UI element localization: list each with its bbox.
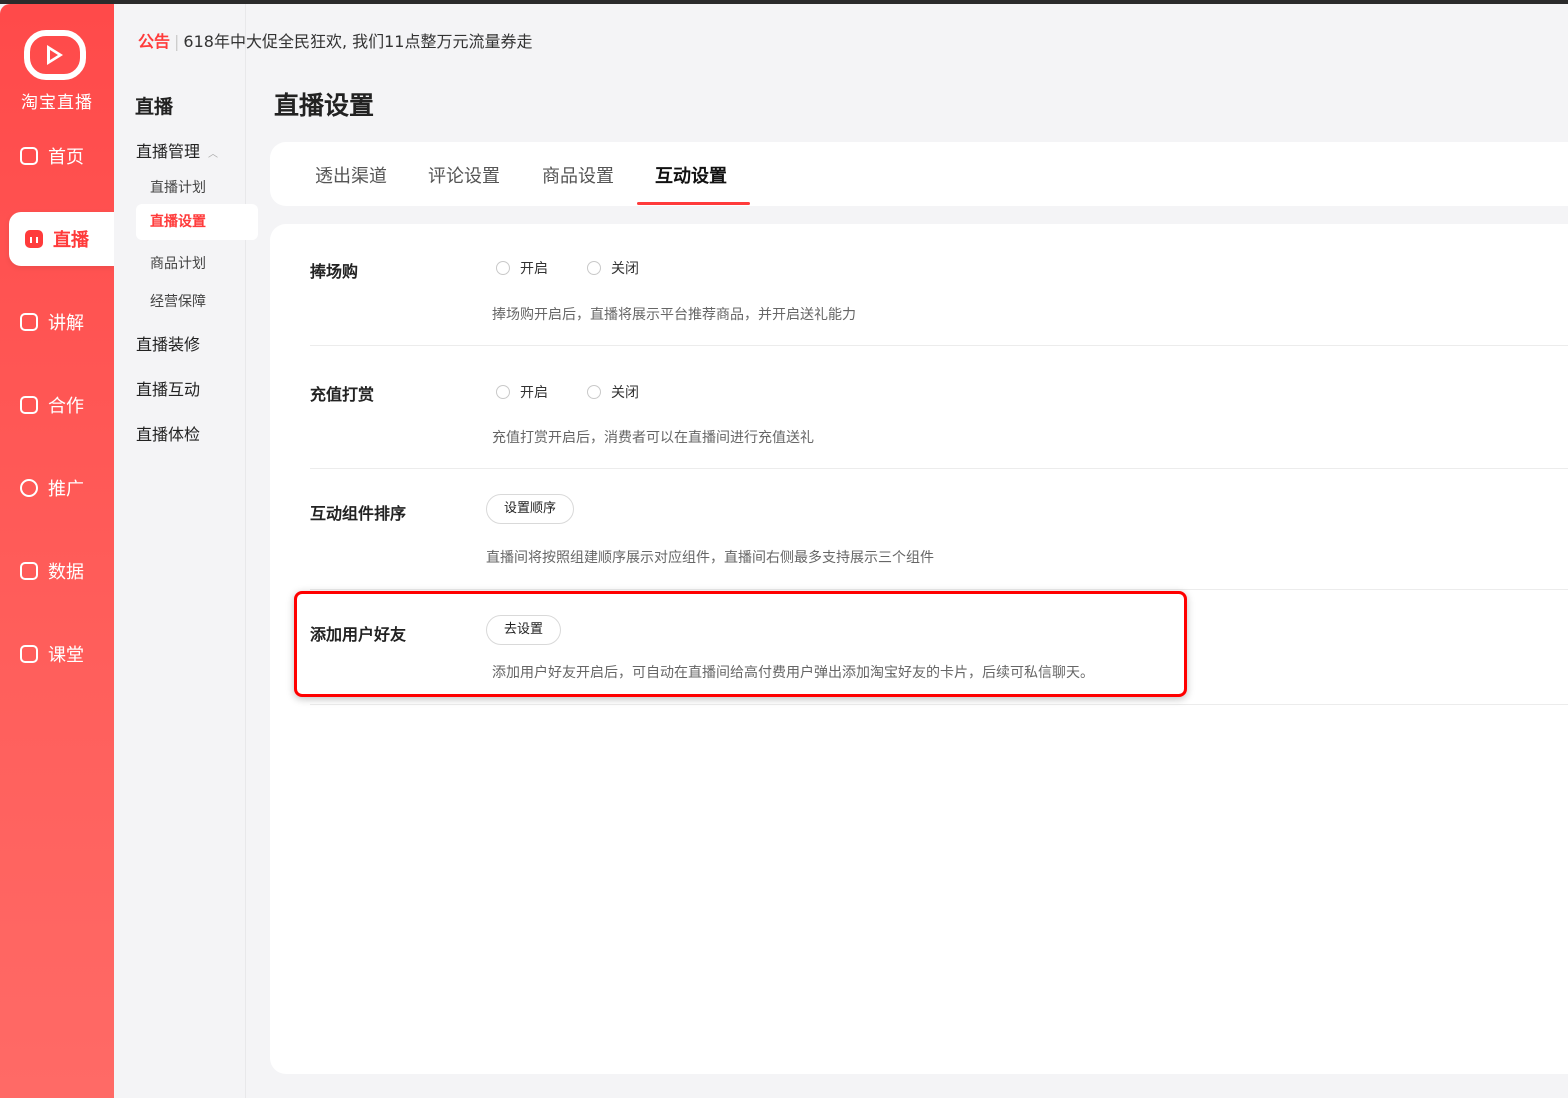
main-nav-rail: 淘宝直播 首页 直播 讲解 合作 推广 数据 课堂 [0,4,114,1098]
nav-item-home[interactable]: 首页 [20,136,84,176]
nav-item-label: 数据 [48,562,84,583]
divider [310,468,1568,469]
annotation-highlight-box [294,591,1187,697]
setting-desc-pengchanggou: 捧场购开启后，直播将展示平台推荐商品，并开启送礼能力 [492,307,856,323]
setting-label-pengchanggou: 捧场购 [310,262,359,281]
subnav-group-label: 直播管理 [136,142,201,161]
divider [310,704,1568,705]
bag-icon [20,396,38,414]
nav-item-promote[interactable]: 推广 [20,468,84,508]
book-icon [20,645,38,663]
radio-circle-icon [587,385,601,399]
brand-name: 淘宝直播 [21,93,93,113]
subnav-group-live-manage[interactable]: 直播管理 ︿ [136,138,218,162]
subnav-item-live-settings[interactable]: 直播设置 [136,204,258,240]
secondary-sidebar: 直播 直播管理 ︿ 直播计划 直播设置 商品计划 经营保障 直播装修 直播互动 直… [114,4,258,1098]
set-order-button[interactable]: 设置顺序 [486,494,575,524]
settings-tabs: 透出渠道 评论设置 商品设置 互动设置 [270,142,1568,206]
announcement-tag: 公告 [138,32,171,51]
nav-item-explain[interactable]: 讲解 [20,302,84,342]
radio-recharge-on[interactable]: 开启 [496,382,548,402]
nav-item-label: 讲解 [48,313,84,334]
announcement-bar[interactable]: 公告 | 618年中大促全民狂欢, 我们11点整万元流量券走 [138,28,532,52]
setting-label-widget-order: 互动组件排序 [310,504,407,523]
nav-item-label: 首页 [48,147,84,168]
tab-products[interactable]: 商品设置 [542,162,614,188]
radio-label: 开启 [520,261,548,277]
nav-item-live[interactable]: 直播 [9,212,114,266]
radio-circle-icon [587,261,601,275]
nav-item-label: 推广 [48,479,84,500]
subnav-title: 直播 [135,96,174,118]
radio-label: 开启 [520,385,548,401]
tab-channels[interactable]: 透出渠道 [315,162,387,188]
subnav-item-live-plan[interactable]: 直播计划 [150,177,206,197]
page-title: 直播设置 [274,91,375,120]
taobao-live-logo-icon[interactable] [24,30,86,80]
tab-interaction[interactable]: 互动设置 [655,162,727,188]
live-chart-icon [25,230,43,248]
play-box-icon [20,313,38,331]
radio-label: 关闭 [611,385,639,401]
setting-label-recharge: 充值打赏 [310,385,375,404]
subnav-item-business-guarantee[interactable]: 经营保障 [150,291,206,311]
divider [310,589,1568,590]
radio-circle-icon [496,261,510,275]
chevron-up-icon: ︿ [208,149,219,160]
divider [310,345,1568,346]
subnav-group-interact[interactable]: 直播互动 [136,376,200,400]
setting-desc-widget-order: 直播间将按照组建顺序展示对应组件，直播间右侧最多支持展示三个组件 [486,550,934,566]
nav-item-label: 课堂 [48,645,84,666]
radio-pengchanggou-on[interactable]: 开启 [496,258,548,278]
announcement-text: 618年中大促全民狂欢, 我们11点整万元流量券走 [183,32,533,51]
tab-comments[interactable]: 评论设置 [428,162,500,188]
setting-desc-recharge: 充值打赏开启后，消费者可以在直播间进行充值送礼 [492,430,814,446]
subnav-group-decor[interactable]: 直播装修 [136,331,200,355]
radio-circle-icon [496,385,510,399]
radio-label: 关闭 [611,261,639,277]
bulb-icon [20,479,38,497]
nav-item-data[interactable]: 数据 [20,551,84,591]
home-icon [20,147,38,165]
subnav-group-check[interactable]: 直播体检 [136,421,200,445]
nav-item-classroom[interactable]: 课堂 [20,634,84,674]
radio-pengchanggou-off[interactable]: 关闭 [587,258,639,278]
radio-recharge-off[interactable]: 关闭 [587,382,639,402]
nav-item-cooperate[interactable]: 合作 [20,385,84,425]
nav-item-label: 合作 [48,396,84,417]
active-tab-indicator [637,202,750,205]
data-chart-icon [20,562,38,580]
nav-item-label: 直播 [53,230,89,251]
subnav-item-product-plan[interactable]: 商品计划 [150,253,206,273]
divider: | [174,32,180,51]
